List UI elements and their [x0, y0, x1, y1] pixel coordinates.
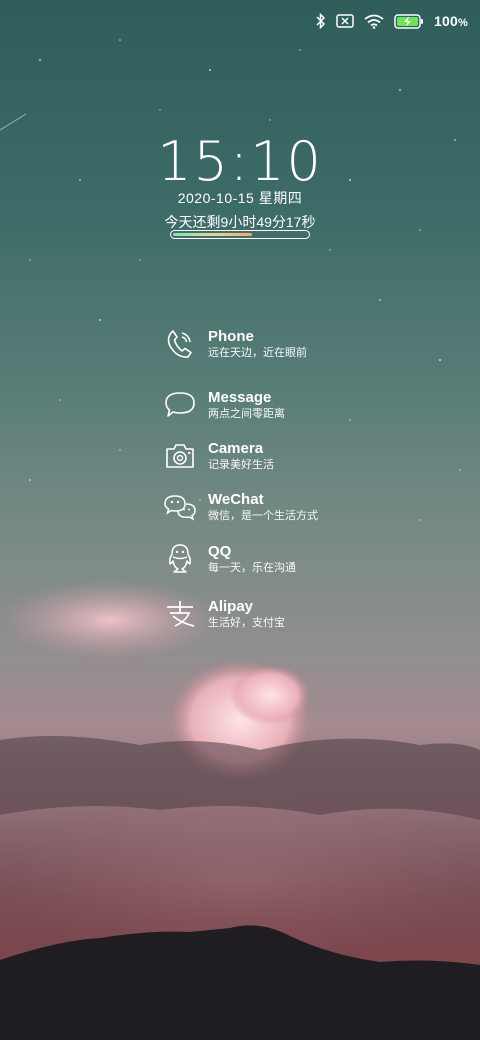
app-phone[interactable]: Phone 远在天边，近在眼前 [160, 322, 460, 366]
app-name: Camera [208, 440, 264, 457]
wifi-icon [364, 14, 384, 29]
qq-icon [160, 539, 200, 579]
phone-icon [160, 324, 200, 364]
app-subtitle: 生活好，支付宝 [208, 617, 285, 629]
app-qq[interactable]: QQ 每一天，乐在沟通 [160, 537, 460, 581]
battery-percent: 100% [434, 13, 468, 29]
day-progress-bar [170, 230, 310, 239]
bluetooth-icon [316, 13, 326, 29]
app-subtitle: 记录美好生活 [208, 459, 274, 471]
day-remaining-text: 今天还剩9小时49分17秒 [164, 214, 316, 230]
no-sim-icon [336, 14, 354, 28]
app-subtitle: 两点之间零距离 [208, 408, 285, 420]
app-name: QQ [208, 543, 232, 560]
message-icon [160, 385, 200, 425]
status-bar: 100% [316, 10, 468, 32]
alipay-icon [160, 594, 200, 634]
app-name: Phone [208, 328, 254, 345]
camera-icon [160, 436, 200, 476]
app-name: WeChat [208, 491, 264, 508]
app-alipay[interactable]: Alipay 生活好，支付宝 [160, 592, 460, 636]
app-name: Alipay [208, 598, 254, 615]
day-progress-fill [173, 233, 252, 236]
app-name: Message [208, 389, 272, 406]
wechat-icon [160, 487, 200, 527]
app-message[interactable]: Message 两点之间零距离 [160, 383, 460, 427]
app-subtitle: 远在天边，近在眼前 [208, 347, 307, 359]
battery-charging-icon [394, 13, 424, 29]
app-wechat[interactable]: WeChat 微信，是一个生活方式 [160, 485, 460, 529]
app-subtitle: 每一天，乐在沟通 [208, 562, 296, 574]
lockscreen-time: 15:10 [157, 130, 323, 193]
lockscreen-date: 2020-10-15 星期四 [177, 190, 303, 206]
app-subtitle: 微信，是一个生活方式 [208, 510, 318, 522]
app-camera[interactable]: Camera 记录美好生活 [160, 434, 460, 478]
